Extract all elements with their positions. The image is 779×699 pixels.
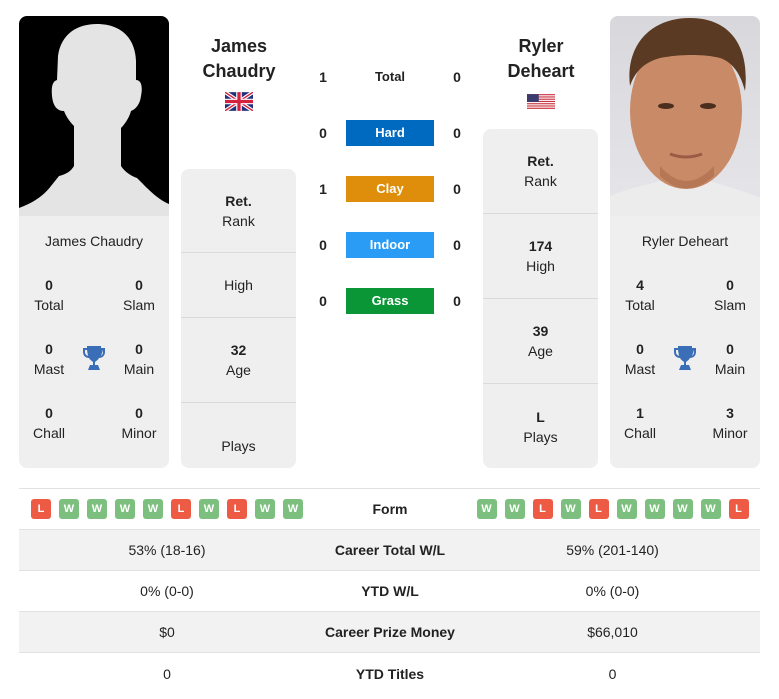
player2-titles: 4 Total 0 Slam 0 Mast 0 Main 1 Chall 3 M… — [610, 275, 760, 468]
player2-titles-mast: 0 Mast — [624, 341, 656, 377]
form-win-badge[interactable]: W — [616, 499, 637, 519]
ytd-titles-row: 0 YTD Titles 0 — [163, 665, 617, 682]
form-win-badge[interactable]: W — [476, 499, 497, 519]
player1-card-name: James Chaudry — [44, 233, 144, 249]
player2-titles-total: 4 Total — [625, 277, 655, 313]
hard-surface-badge[interactable]: Hard — [346, 120, 434, 146]
player2-card-name: Ryler Deheart — [641, 233, 729, 249]
form-win-badge[interactable]: W — [672, 499, 693, 519]
form-loss-badge[interactable]: L — [227, 499, 247, 519]
player1-plays: Plays — [221, 437, 256, 454]
clay-surface-badge[interactable]: Clay — [346, 176, 434, 202]
form-win-badge[interactable]: W — [115, 499, 135, 519]
silhouette-icon — [19, 24, 169, 216]
grass-surface-badge[interactable]: Grass — [346, 288, 434, 314]
form-win-badge[interactable]: W — [87, 499, 107, 519]
player2-titles-main: 0 Main — [714, 341, 746, 377]
player2-name[interactable]: Ryler Deheart — [476, 34, 606, 84]
player1-photo[interactable] — [19, 16, 169, 216]
form-win-badge[interactable]: W — [560, 499, 581, 519]
player2-form: WWLWLWWWWL — [465, 499, 760, 519]
stats-table: LWWWWLWLWW Form WWLWLWWWWL 53% (18-16) C… — [19, 488, 760, 694]
player1-age: 32 Age — [181, 318, 296, 403]
player2-titles-chall: 1 Chall — [624, 405, 656, 441]
h2h-indoor-row: 0 Indoor 0 — [310, 232, 470, 258]
form-loss-badge[interactable]: L — [588, 499, 609, 519]
player1-card: James Chaudry 0 Total 0 Slam 0 Mast 0 Ma… — [19, 16, 169, 468]
form-win-badge[interactable]: W — [199, 499, 219, 519]
trophy-icon — [83, 346, 105, 370]
player2-card: Ryler Deheart 4 Total 0 Slam 0 Mast 0 Ma… — [610, 16, 760, 468]
player2-rank: Ret. Rank — [483, 129, 598, 214]
player1-name[interactable]: James Chaudry — [174, 34, 304, 84]
player1-high: High — [181, 253, 296, 318]
prize-money-row: $0 Career Prize Money $66,010 — [19, 612, 760, 653]
player2-titles-slam: 0 Slam — [714, 277, 746, 313]
player2-age: 39 Age — [483, 299, 598, 384]
h2h-total-row: 1 Total 0 — [319, 69, 461, 85]
indoor-surface-badge[interactable]: Indoor — [346, 232, 434, 258]
h2h-hard-row: 0 Hard 0 — [310, 120, 470, 146]
form-win-badge[interactable]: W — [644, 499, 665, 519]
form-win-badge[interactable]: W — [59, 499, 79, 519]
form-win-badge[interactable]: W — [700, 499, 721, 519]
player1-titles-mast: 0 Mast — [33, 341, 65, 377]
h2h-grass-row: 0 Grass 0 — [310, 288, 470, 314]
form-win-badge[interactable]: W — [143, 499, 163, 519]
player2-info-card: Ret. Rank 174 High 39 Age L Plays — [483, 129, 598, 468]
player1-titles-main: 0 Main — [123, 341, 155, 377]
form-win-badge[interactable]: W — [504, 499, 525, 519]
player1-form: LWWWWLWLWW — [19, 499, 315, 519]
uk-flag-icon — [225, 92, 253, 111]
form-loss-badge[interactable]: L — [728, 499, 749, 519]
player1-titles-total: 0 Total — [34, 277, 64, 313]
form-row: LWWWWLWLWW Form WWLWLWWWWL — [19, 489, 760, 530]
form-loss-badge[interactable]: L — [532, 499, 553, 519]
career-wl-row: 53% (18-16) Career Total W/L 59% (201-14… — [19, 530, 760, 571]
player2-high: 174 High — [483, 214, 598, 299]
form-win-badge[interactable]: W — [283, 499, 303, 519]
player1-titles-slam: 0 Slam — [123, 277, 155, 313]
player2-plays: L Plays — [523, 408, 558, 445]
us-flag-icon — [527, 94, 555, 109]
h2h-clay-row: 1 Clay 0 — [310, 176, 470, 202]
player1-info-card: Ret. Rank High 32 Age Plays — [181, 169, 296, 468]
player2-photo[interactable] — [610, 16, 760, 216]
player1-titles: 0 Total 0 Slam 0 Mast 0 Main 0 Chall 0 M… — [19, 275, 169, 468]
player2-titles-minor: 3 Minor — [712, 405, 748, 441]
player1-titles-minor: 0 Minor — [121, 405, 157, 441]
form-win-badge[interactable]: W — [255, 499, 275, 519]
ytd-wl-row: 0% (0-0) YTD W/L 0% (0-0) — [19, 571, 760, 612]
form-loss-badge[interactable]: L — [31, 499, 51, 519]
player1-rank: Ret. Rank — [181, 169, 296, 253]
player-portrait-icon — [610, 18, 760, 216]
trophy-icon — [674, 346, 696, 370]
player1-titles-chall: 0 Chall — [33, 405, 65, 441]
form-loss-badge[interactable]: L — [171, 499, 191, 519]
